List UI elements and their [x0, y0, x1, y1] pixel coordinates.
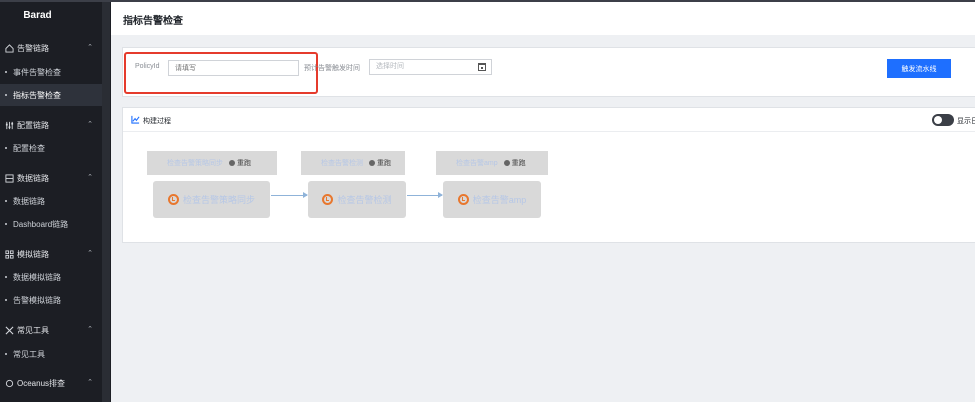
sidebar-group-config[interactable]: 配置链路 ⌃ — [0, 114, 102, 136]
step-name: 检查告警检测 — [337, 195, 392, 205]
sidebar-item-label: 指标告警检查 — [13, 90, 61, 100]
sidebar-group-data[interactable]: 数据链路 ⌃ — [0, 167, 102, 189]
bullet-icon — [5, 200, 7, 202]
chevron-up-icon[interactable]: ⌃ — [87, 43, 93, 51]
pipeline-step[interactable]: 检查告警amp — [443, 181, 541, 218]
arrow-right-icon — [271, 192, 308, 198]
highlight-box — [124, 52, 318, 94]
chevron-up-icon[interactable]: ⌃ — [87, 378, 93, 386]
sidebar-item-label: 数据链路 — [13, 196, 45, 206]
home-icon — [3, 42, 15, 54]
retry-link[interactable]: 重跑 — [512, 158, 526, 168]
page-header: 指标告警检查 — [111, 0, 975, 35]
sidebar-item-dashboard-link[interactable]: Dashboard链路 — [0, 213, 102, 235]
sidebar-group-label: 告警链路 — [17, 43, 49, 53]
sidebar-group-simulation[interactable]: 模拟链路 ⌃ — [0, 243, 102, 265]
chevron-up-icon[interactable]: ⌃ — [87, 173, 93, 181]
sidebar-group-label: Oceanus排查 — [17, 378, 66, 388]
chevron-up-icon[interactable]: ⌃ — [87, 249, 93, 257]
toggle-label: 显示日 — [957, 118, 975, 125]
bullet-icon — [5, 71, 7, 73]
sidebar-group-label: 模拟链路 — [17, 249, 49, 259]
retry-link[interactable]: 重跑 — [377, 158, 391, 168]
bullet-icon — [5, 223, 7, 225]
sidebar-item-data-sim[interactable]: 数据模拟链路 — [0, 266, 102, 288]
brand-logo: Barad — [23, 10, 52, 21]
sidebar-item-label: 告警模拟链路 — [13, 295, 61, 305]
sidebar-group-label: 常见工具 — [17, 325, 49, 335]
clock-icon — [167, 194, 179, 205]
trigger-time-label: 预计告警触发时间 — [304, 65, 360, 72]
sidebar-item-event-alert[interactable]: 事件告警检查 — [0, 61, 102, 83]
step-header: 检查告警amp 重跑 — [436, 151, 548, 175]
chevron-up-icon[interactable]: ⌃ — [87, 325, 93, 333]
step-header-name: 检查告警amp — [456, 160, 498, 167]
sidebar-item-common-tools[interactable]: 常见工具 — [0, 343, 102, 365]
clock-icon — [457, 194, 469, 205]
step-header-name: 检查告警策略同步 — [167, 160, 223, 167]
arrow-right-icon — [407, 192, 443, 198]
bullet-icon — [5, 276, 7, 278]
sliders-icon — [3, 119, 15, 131]
chevron-up-icon[interactable]: ⌃ — [87, 120, 93, 128]
database-icon — [3, 172, 15, 184]
tools-icon — [3, 324, 15, 336]
sidebar-group-label: 配置链路 — [17, 120, 49, 130]
trigger-time-picker[interactable]: 选择时间 — [369, 59, 492, 75]
status-dot-icon — [229, 160, 235, 166]
step-header: 检查告警检测 重跑 — [301, 151, 405, 175]
step-name: 检查告警amp — [472, 195, 527, 205]
bullet-icon — [5, 353, 7, 355]
sidebar-group-label: 数据链路 — [17, 173, 49, 183]
sidebar-item-label: 配置检查 — [13, 143, 45, 153]
pipeline-step[interactable]: 检查告警策略同步 — [153, 181, 270, 218]
sidebar-group-alert[interactable]: 告警链路 ⌃ — [0, 37, 102, 59]
sidebar-item-label: 数据模拟链路 — [13, 272, 61, 282]
bullet-icon — [5, 94, 7, 96]
sidebar-item-alert-sim[interactable]: 告警模拟链路 — [0, 289, 102, 311]
status-dot-icon — [503, 160, 510, 166]
status-dot-icon — [369, 160, 375, 166]
page-title: 指标告警检查 — [123, 16, 183, 27]
calendar-icon[interactable] — [478, 63, 486, 71]
sidebar-group-oceanus[interactable]: Oceanus排查 ⌃ — [0, 372, 102, 394]
ocean-icon — [3, 377, 15, 389]
step-header: 检查告警策略同步 重跑 — [147, 151, 277, 175]
step-header-name: 检查告警检测 — [321, 160, 363, 167]
sidebar-item-label: 事件告警检查 — [13, 67, 61, 77]
clock-icon — [322, 194, 334, 205]
panel-title: 构建过程 — [143, 118, 171, 125]
trigger-pipeline-button[interactable]: 触发流水线 — [887, 59, 951, 78]
time-placeholder: 选择时间 — [376, 63, 404, 70]
sidebar-scrollbar[interactable] — [102, 2, 110, 402]
sidebar-item-data-link[interactable]: 数据链路 — [0, 190, 102, 212]
sidebar-group-tools[interactable]: 常见工具 ⌃ — [0, 319, 102, 341]
retry-link[interactable]: 重跑 — [237, 158, 251, 168]
grid-icon — [3, 248, 15, 260]
line-chart-icon — [131, 115, 140, 124]
sidebar: Barad 告警链路 ⌃ 事件告警检查 指标告警检查 配置链路 ⌃ 配置检查 数… — [0, 0, 111, 402]
build-process-panel: 构建过程 — [122, 107, 975, 243]
panel-header: 构建过程 — [123, 108, 975, 132]
sidebar-item-metric-alert[interactable]: 指标告警检查 — [0, 84, 102, 106]
sidebar-item-label: 常见工具 — [13, 349, 45, 359]
step-name: 检查告警策略同步 — [182, 195, 255, 205]
bullet-icon — [5, 299, 7, 301]
pipeline-step[interactable]: 检查告警检测 — [308, 181, 406, 218]
show-log-toggle[interactable] — [932, 114, 954, 126]
bullet-icon — [5, 147, 7, 149]
sidebar-item-label: Dashboard链路 — [13, 219, 69, 229]
sidebar-item-config-check[interactable]: 配置检查 — [0, 137, 102, 159]
